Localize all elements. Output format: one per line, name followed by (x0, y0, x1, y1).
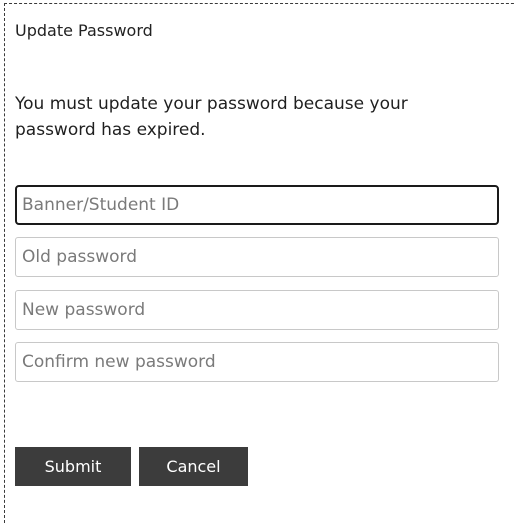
banner-id-input[interactable] (15, 185, 499, 225)
submit-button[interactable]: Submit (15, 447, 131, 486)
old-password-input[interactable] (15, 237, 499, 277)
expired-message: You must update your password because yo… (15, 94, 408, 140)
cancel-button[interactable]: Cancel (139, 447, 248, 486)
new-password-input[interactable] (15, 290, 499, 330)
dialog-title: Update Password (15, 21, 153, 40)
confirm-password-input[interactable] (15, 342, 499, 382)
